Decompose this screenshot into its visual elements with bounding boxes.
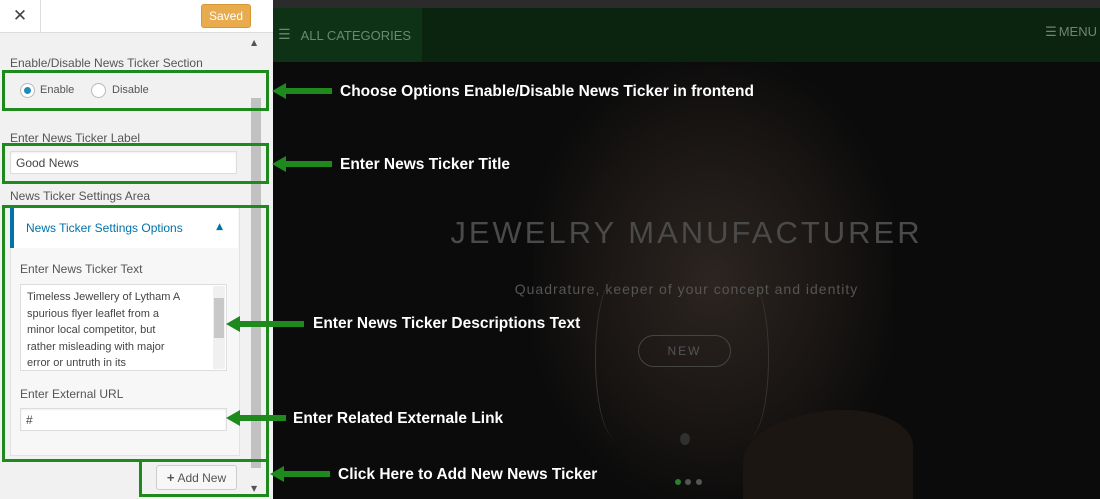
all-categories-button[interactable]: ☰ ALL CATEGORIES — [273, 8, 422, 62]
preview-navbar: ☰ ALL CATEGORIES ☰ MENU — [273, 8, 1100, 62]
close-button[interactable]: ✕ — [0, 0, 41, 32]
menu-hamburger-icon: ☰ — [1045, 25, 1057, 40]
arrow-left-icon — [270, 466, 330, 482]
annotation-ticker-title: Enter News Ticker Title — [340, 156, 511, 173]
highlight-label-input — [2, 143, 269, 184]
slider-dot[interactable] — [696, 479, 702, 485]
all-categories-label: ALL CATEGORIES — [300, 27, 412, 43]
necklace-chain-left — [595, 278, 636, 438]
panel-header: ✕ Saved — [0, 0, 273, 33]
annotation-add-new: Click Here to Add New News Ticker — [338, 466, 598, 483]
annotation-description-text: Enter News Ticker Descriptions Text — [313, 315, 581, 332]
highlight-add-new — [139, 459, 269, 497]
necklace-pendant — [680, 433, 690, 445]
annotation-enable-disable: Choose Options Enable/Disable News Ticke… — [340, 83, 754, 100]
necklace-chain-right — [728, 278, 769, 438]
menu-label: MENU — [1058, 24, 1097, 39]
hero-subtitle: Quadrature, keeper of your concept and i… — [514, 281, 859, 297]
close-icon: ✕ — [12, 6, 28, 26]
slider-dot[interactable] — [685, 479, 691, 485]
enable-section-title: Enable/Disable News Ticker Section — [10, 56, 203, 70]
scroll-up-arrow-icon[interactable]: ▲ — [251, 38, 257, 47]
arrow-left-icon — [226, 316, 304, 332]
arrow-left-icon — [272, 156, 332, 172]
arrow-left-icon — [272, 83, 332, 99]
highlight-enable-section — [2, 70, 269, 111]
hero-new-button[interactable]: NEW — [638, 335, 731, 367]
preview-top-strip — [273, 0, 1100, 8]
hero-title: JEWELRY MANUFACTURER — [450, 215, 923, 250]
saved-button[interactable]: Saved — [201, 4, 251, 28]
arrow-left-icon — [226, 410, 286, 426]
settings-area-title: News Ticker Settings Area — [10, 189, 151, 203]
hamburger-icon: ☰ — [278, 27, 291, 43]
slider-dot-active[interactable] — [675, 479, 681, 485]
menu-button[interactable]: ☰ MENU — [1045, 24, 1097, 40]
annotation-external-link: Enter Related Externale Link — [293, 410, 504, 427]
